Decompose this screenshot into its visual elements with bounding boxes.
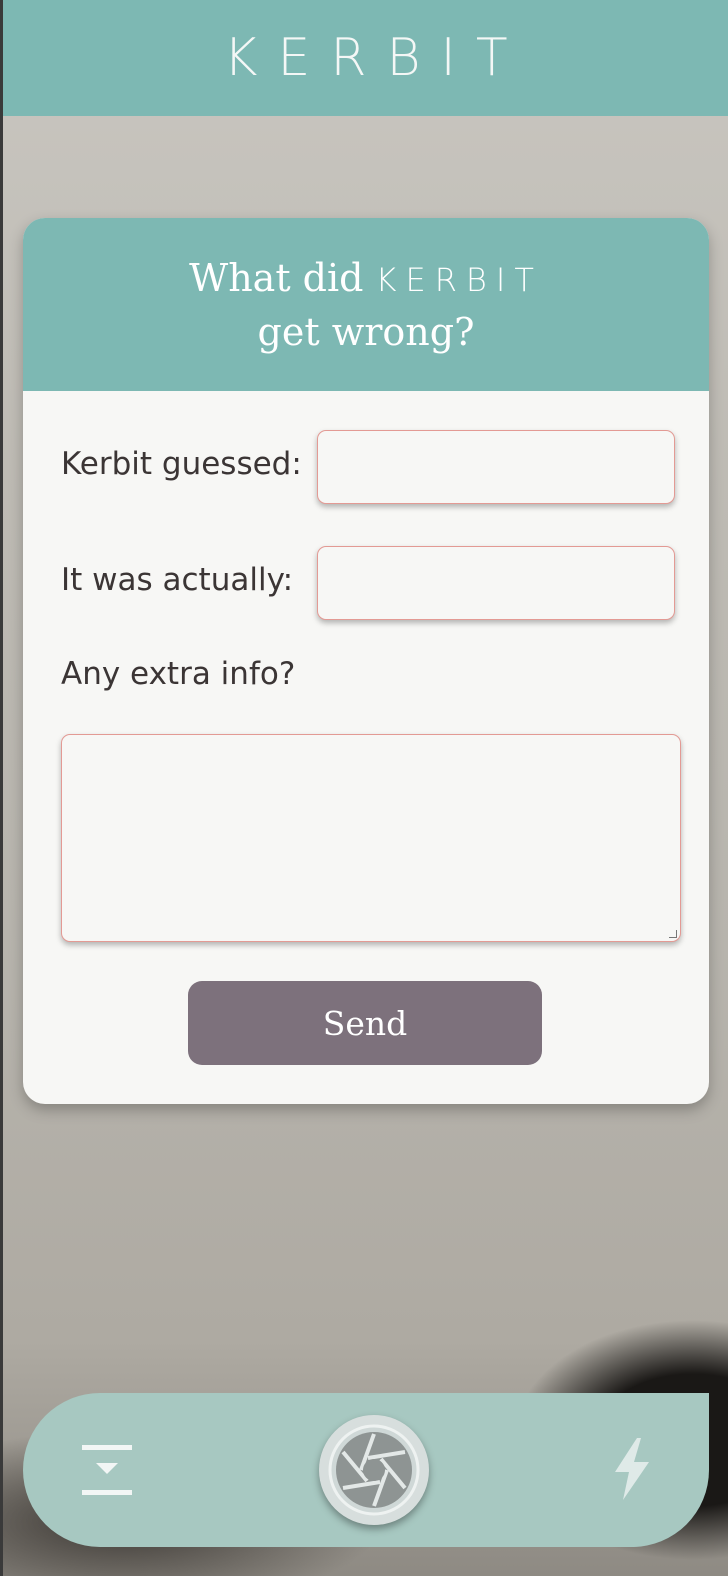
extra-info-label: Any extra info?	[61, 656, 296, 692]
feedback-title-brand: KERBIT	[375, 260, 543, 299]
camera-shutter-icon	[328, 1424, 420, 1516]
app-header: KERBIT	[3, 0, 728, 116]
flash-icon[interactable]	[611, 1438, 653, 1500]
send-button[interactable]: Send	[188, 981, 542, 1065]
feedback-title-line2: get wrong?	[257, 309, 475, 354]
feedback-card: What did KERBIT get wrong? Kerbit guessed…	[23, 218, 709, 1104]
extra-info-textarea[interactable]	[61, 734, 681, 942]
guessed-input[interactable]	[317, 430, 675, 504]
feedback-title-line1: What did KERBIT	[189, 252, 543, 306]
resize-handle-icon[interactable]	[669, 930, 677, 938]
camera-toolbar	[23, 1393, 709, 1547]
app-logo: KERBIT	[223, 28, 528, 88]
actual-input[interactable]	[317, 546, 675, 620]
actual-label: It was actually:	[61, 562, 294, 598]
guessed-label: Kerbit guessed:	[61, 446, 302, 482]
feedback-title: What did KERBIT get wrong?	[23, 218, 709, 391]
capture-button[interactable]	[319, 1415, 429, 1525]
download-icon[interactable]	[79, 1443, 135, 1499]
feedback-title-text: What did	[189, 255, 364, 300]
